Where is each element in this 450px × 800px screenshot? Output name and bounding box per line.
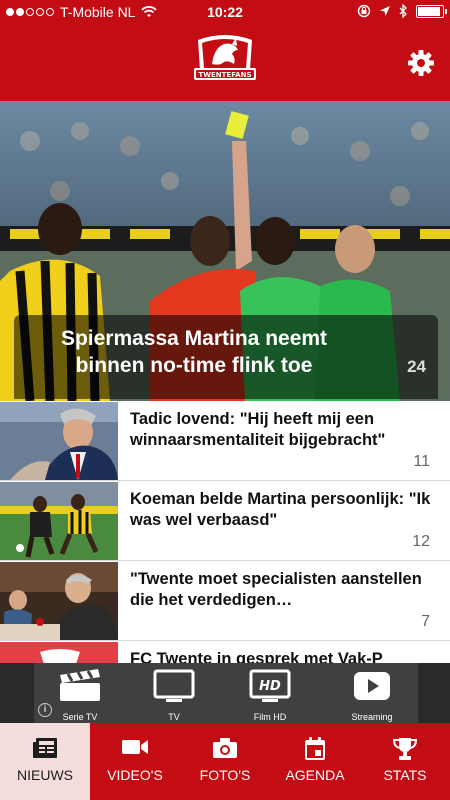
ad-content[interactable]: Serie TV TV HD Film HD Streaming	[34, 663, 418, 723]
tv-icon	[153, 669, 195, 702]
status-icons	[357, 4, 447, 18]
svg-text:HD: HD	[259, 679, 281, 694]
newspaper-icon	[33, 738, 57, 758]
battery-icon	[416, 4, 447, 18]
ad-banner[interactable]: Serie TV TV HD Film HD Streaming i	[0, 663, 450, 723]
tab-bar: NIEUWS VIDEO'S FOTO'S AGENDA STATS	[0, 723, 450, 800]
trophy-icon	[392, 738, 418, 760]
hd-monitor-icon: HD	[249, 669, 291, 702]
list-item[interactable]: "Twente moet specialisten aanstellen die…	[0, 561, 450, 641]
comment-count: 11	[413, 453, 430, 470]
play-icon	[354, 672, 390, 700]
list-item[interactable]: FC Twente in gesprek met Vak-P	[0, 641, 450, 663]
article-title: Tadic lovend: "Hij heeft mij een winnaar…	[130, 410, 386, 449]
tab-stats[interactable]: STATS	[360, 723, 450, 800]
featured-caption: Spiermassa Martina neemt binnen no-time …	[14, 315, 438, 399]
tab-agenda[interactable]: AGENDA	[270, 723, 360, 800]
article-thumbnail	[0, 482, 118, 560]
calendar-icon	[305, 737, 325, 760]
ad-item-film-hd[interactable]: HD Film HD	[230, 667, 310, 723]
article-thumbnail	[0, 562, 118, 640]
list-item[interactable]: Koeman belde Martina persoonlijk: "Ik wa…	[0, 481, 450, 561]
ad-item-tv[interactable]: TV	[134, 667, 214, 723]
article-title: "Twente moet specialisten aanstellen die…	[130, 570, 422, 609]
comment-count: 12	[412, 533, 430, 550]
list-item[interactable]: Tadic lovend: "Hij heeft mij een winnaar…	[0, 401, 450, 481]
tab-label: AGENDA	[285, 767, 345, 783]
camera-icon	[213, 738, 237, 758]
app-header: TWENTEFANS	[0, 24, 450, 101]
article-title: Koeman belde Martina persoonlijk: "Ik wa…	[130, 490, 431, 529]
ad-item-label: Film HD	[253, 712, 287, 722]
logo-wordmark: TWENTEFANS	[199, 71, 252, 79]
featured-comment-count: 24	[407, 357, 426, 376]
tab-label: NIEUWS	[17, 767, 73, 783]
article-thumbnail	[0, 402, 118, 480]
ad-item-serie-tv[interactable]: Serie TV	[40, 667, 120, 723]
tab-label: VIDEO'S	[107, 767, 163, 783]
info-icon[interactable]: i	[38, 703, 52, 717]
featured-title: Spiermassa Martina neemt binnen no-time …	[60, 327, 328, 377]
status-bar: T-Mobile NL 10:22	[0, 0, 450, 24]
tab-nieuws[interactable]: NIEUWS	[0, 723, 90, 800]
featured-article[interactable]: Spiermassa Martina neemt binnen no-time …	[0, 101, 450, 401]
gear-icon[interactable]	[406, 48, 436, 78]
ad-item-label: Streaming	[351, 712, 393, 722]
article-title: FC Twente in gesprek met Vak-P	[130, 650, 383, 663]
tab-fotos[interactable]: FOTO'S	[180, 723, 270, 800]
ad-item-streaming[interactable]: Streaming	[332, 667, 412, 723]
comment-count: 7	[421, 613, 430, 630]
twentefans-logo[interactable]: TWENTEFANS	[190, 30, 260, 92]
location-arrow-icon	[380, 6, 390, 16]
clapperboard-icon	[60, 669, 100, 701]
rotation-lock-icon	[357, 4, 371, 18]
article-thumbnail	[0, 642, 118, 663]
ad-item-label: Serie TV	[62, 712, 98, 722]
tab-videos[interactable]: VIDEO'S	[90, 723, 180, 800]
tab-label: STATS	[383, 767, 427, 783]
tab-label: FOTO'S	[199, 767, 251, 783]
news-list[interactable]: Tadic lovend: "Hij heeft mij een winnaar…	[0, 401, 450, 663]
video-camera-icon	[122, 740, 148, 754]
ad-item-label: TV	[168, 712, 180, 722]
bluetooth-icon	[399, 4, 407, 18]
